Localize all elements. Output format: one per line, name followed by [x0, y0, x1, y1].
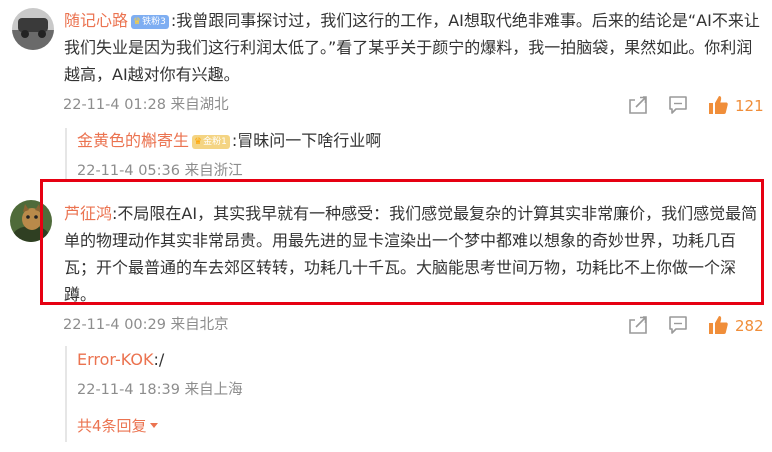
chevron-down-icon: [149, 423, 158, 428]
comment-meta: 22-11-4 00:29 来自北京: [63, 317, 229, 333]
comment-username[interactable]: 随记心路: [64, 11, 128, 30]
reply-body: 金黄色的槲寄生 ♛金粉1:冒昧问一下啥行业啊: [77, 127, 677, 154]
reply-text: :/: [153, 350, 165, 369]
reply-meta: 22-11-4 05:36 来自浙江: [77, 163, 243, 179]
share-icon[interactable]: [627, 94, 649, 116]
comment-icon[interactable]: [667, 314, 689, 336]
comment-meta: 22-11-4 01:28 来自湖北: [63, 97, 229, 113]
crown-icon: ♛: [133, 17, 142, 27]
thumbs-up-icon[interactable]: [707, 94, 729, 116]
reply-username[interactable]: 金黄色的槲寄生: [77, 131, 189, 150]
like-count: 121: [735, 97, 764, 115]
fan-badge: ♛金粉1: [192, 135, 230, 149]
share-icon[interactable]: [627, 314, 649, 336]
reply-body: Error-KOK:/: [77, 346, 677, 373]
reply-username[interactable]: Error-KOK: [77, 350, 153, 369]
like-count: 282: [735, 317, 764, 335]
fan-badge: ♛铁粉3: [131, 15, 169, 29]
more-replies-label: 共4条回复: [77, 417, 147, 435]
crown-icon: ♛: [194, 137, 203, 147]
highlight-box: [40, 179, 764, 305]
reply-meta: 22-11-4 18:39 来自上海: [77, 382, 243, 398]
reply-divider: [65, 128, 67, 180]
comment-icon[interactable]: [667, 94, 689, 116]
reply-text: :冒昧问一下啥行业啊: [231, 131, 382, 150]
thumbs-up-icon[interactable]: [707, 314, 729, 336]
comment-body: 随记心路 ♛铁粉3:我曾跟同事探讨过，我们这行的工作，AI想取代绝非难事。后来的结…: [64, 7, 764, 88]
fan-badge-label: 铁粉3: [142, 17, 166, 27]
reply-divider: [65, 346, 67, 442]
more-replies-link[interactable]: 共4条回复: [77, 417, 158, 435]
fan-badge-label: 金粉1: [203, 137, 227, 147]
avatar[interactable]: [12, 8, 54, 50]
